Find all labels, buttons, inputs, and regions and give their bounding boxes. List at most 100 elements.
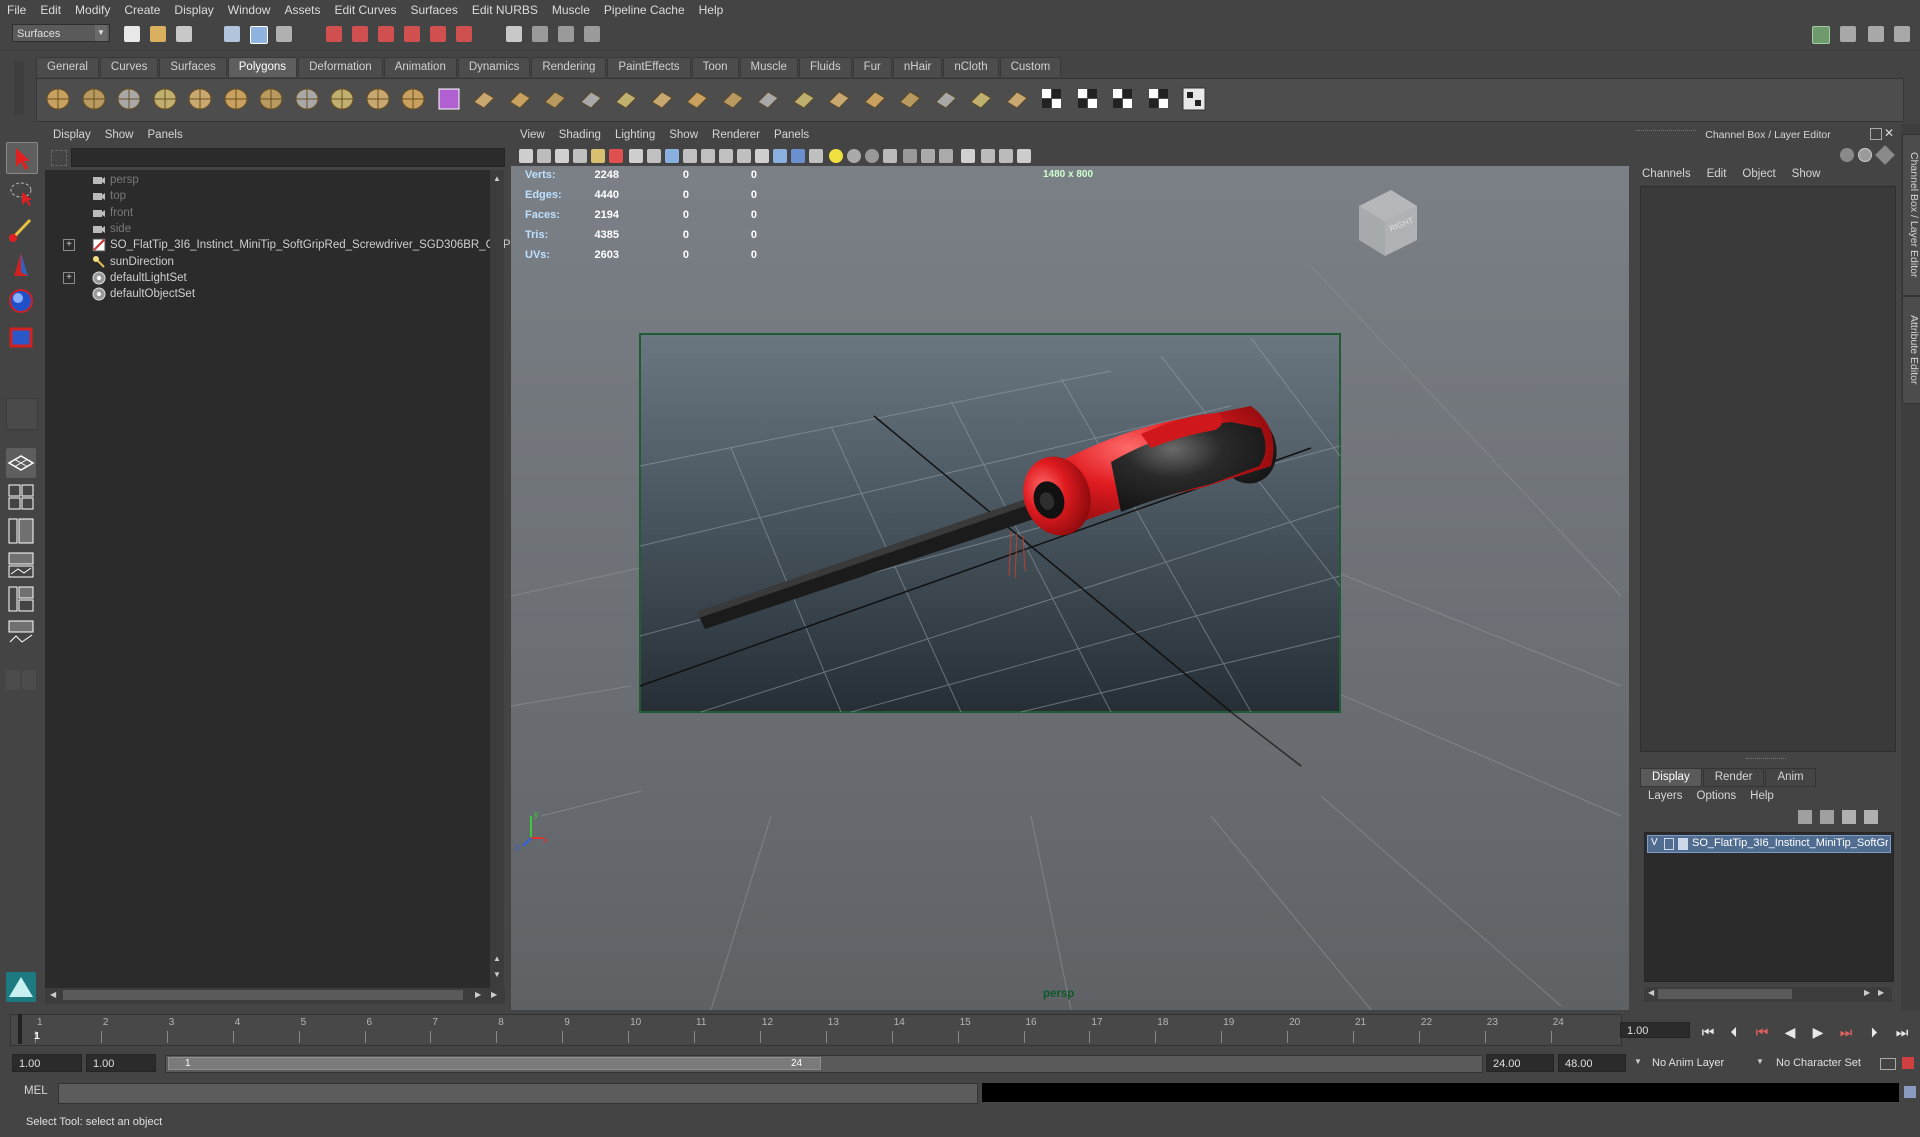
step-back-key-icon[interactable]: ⏮	[1750, 1024, 1774, 1041]
scroll-thumb[interactable]	[1658, 989, 1792, 999]
shelf-tab-surfaces[interactable]: Surfaces	[159, 57, 227, 77]
shelf-tab-ncloth[interactable]: nCloth	[943, 57, 999, 77]
xray-icon[interactable]	[809, 149, 823, 163]
uv-automatic-icon[interactable]	[1075, 86, 1101, 112]
menu-surfaces[interactable]: Surfaces	[404, 0, 465, 20]
ambient-occlusion-icon[interactable]	[883, 149, 897, 163]
shelf-tab-fur[interactable]: Fur	[852, 57, 892, 77]
poly-cone-icon[interactable]	[152, 86, 178, 112]
last-tool-icon[interactable]	[6, 398, 38, 430]
render-view-icon[interactable]	[506, 26, 522, 42]
layer-menu-help[interactable]: Help	[1750, 790, 1774, 802]
new-layer-selected-icon[interactable]	[1864, 810, 1878, 824]
image-plane-icon[interactable]	[573, 149, 587, 163]
layer-horizontal-scrollbar[interactable]: ◀ ▶ ▶	[1644, 987, 1892, 1002]
new-layer-icon[interactable]	[1842, 810, 1856, 824]
smooth-icon[interactable]	[507, 86, 533, 112]
select-tool-icon[interactable]	[6, 142, 38, 174]
menu-help[interactable]: Help	[692, 0, 731, 20]
insert-edge-loop-icon[interactable]	[791, 86, 817, 112]
outliner-horizontal-scrollbar[interactable]: ◀ ▶ ▶	[45, 988, 505, 1004]
split-polygon-icon[interactable]	[755, 86, 781, 112]
film-gate-icon[interactable]	[647, 149, 661, 163]
panel-menu-lighting[interactable]: Lighting	[615, 129, 655, 141]
poly-cylinder-icon[interactable]	[116, 86, 142, 112]
isolate-select-icon[interactable]	[961, 149, 975, 163]
grease-pencil-icon[interactable]	[609, 149, 623, 163]
panel-splitter[interactable]	[1746, 758, 1786, 763]
layer-tab-anim[interactable]: Anim	[1765, 768, 1816, 787]
uv-cylindrical-icon[interactable]	[1004, 86, 1030, 112]
ipr-render-icon[interactable]	[558, 26, 574, 42]
play-backwards-icon[interactable]: ◀	[1778, 1024, 1802, 1041]
channel-manip-icon[interactable]	[1858, 148, 1872, 162]
outliner-menu-panels[interactable]: Panels	[148, 129, 183, 141]
booleans-icon[interactable]	[578, 86, 604, 112]
poly-pipe-icon[interactable]	[294, 86, 320, 112]
step-forward-key-icon[interactable]: ⏭	[1834, 1024, 1858, 1041]
play-forwards-icon[interactable]: ▶	[1806, 1024, 1830, 1041]
filter-icon[interactable]	[51, 150, 67, 166]
layout-single-icon[interactable]	[6, 448, 36, 478]
range-slider-track[interactable]: 1 24	[165, 1055, 1483, 1073]
chevron-down-icon[interactable]: ▼	[1634, 1057, 1642, 1066]
poly-prism-icon[interactable]	[258, 86, 284, 112]
textured-icon[interactable]	[865, 149, 879, 163]
panel-menu-view[interactable]: View	[520, 129, 545, 141]
outliner-item[interactable]: defaultObjectSet	[45, 284, 490, 304]
menu-muscle[interactable]: Muscle	[545, 0, 597, 20]
tab-attribute-editor[interactable]: Attribute Editor	[1902, 296, 1920, 404]
mirror-icon[interactable]	[613, 86, 639, 112]
close-icon[interactable]: ✕	[1884, 126, 1894, 140]
channel-options-icon[interactable]	[1840, 148, 1854, 162]
anim-layer-dropdown[interactable]: No Anim Layer	[1652, 1057, 1724, 1069]
layer-color-swatch[interactable]	[1678, 838, 1688, 850]
layout-persp-graph-icon[interactable]	[6, 550, 36, 580]
snap-grid-icon[interactable]	[326, 26, 342, 42]
wedge-icon[interactable]	[862, 86, 888, 112]
menu-window[interactable]: Window	[221, 0, 278, 20]
current-frame-marker[interactable]	[18, 1014, 22, 1044]
go-to-end-icon[interactable]: ⏭	[1890, 1024, 1914, 1041]
layer-visibility-toggle[interactable]: V	[1651, 837, 1658, 848]
combine-icon[interactable]	[436, 86, 462, 112]
menu-edit-curves[interactable]: Edit Curves	[327, 0, 403, 20]
float-panel-icon[interactable]	[1870, 128, 1882, 140]
outliner-vertical-scrollbar[interactable]: ▲ ▲ ▼	[490, 170, 504, 988]
sculpt-icon[interactable]	[897, 86, 923, 112]
auto-key-icon[interactable]	[1880, 1058, 1896, 1070]
panel-menu-show[interactable]: Show	[669, 129, 698, 141]
time-slider[interactable]: 1 2 3 4 5 6 7 8 9 10 11 12 13 14 15 16 17 18 19 20 21 22 23 24	[10, 1014, 1622, 1046]
channel-menu-object[interactable]: Object	[1742, 168, 1775, 180]
menu-edit[interactable]: Edit	[33, 0, 68, 20]
layer-menu-layers[interactable]: Layers	[1648, 790, 1683, 802]
chevron-down-icon[interactable]: ▼	[1756, 1057, 1764, 1066]
scroll-down-icon[interactable]: ▼	[493, 970, 501, 979]
toggle-attribute-editor-icon[interactable]	[1812, 26, 1830, 44]
lasso-tool-icon[interactable]	[6, 178, 36, 208]
snap-live-icon[interactable]	[456, 26, 472, 42]
move-layer-down-icon[interactable]	[1820, 810, 1834, 824]
save-scene-icon[interactable]	[176, 26, 192, 42]
step-forward-frame-icon[interactable]: ⏵	[1862, 1024, 1886, 1041]
scroll-right-icon[interactable]: ▶	[1864, 988, 1870, 997]
platonic-solid-icon[interactable]	[400, 86, 426, 112]
custom-layout-a-icon[interactable]	[6, 670, 20, 690]
safe-title-icon[interactable]	[737, 149, 751, 163]
shelf-tab-muscle[interactable]: Muscle	[739, 57, 798, 77]
scroll-up-icon[interactable]: ▲	[493, 174, 501, 183]
animation-prefs-icon[interactable]	[1902, 1057, 1914, 1069]
toggle-tool-settings-icon[interactable]	[1840, 26, 1856, 42]
scroll-left-icon[interactable]: ◀	[50, 990, 56, 999]
rotate-tool-icon[interactable]	[6, 286, 36, 316]
append-polygon-icon[interactable]	[720, 86, 746, 112]
scroll-left-icon[interactable]: ◀	[1648, 988, 1654, 997]
playback-start-field[interactable]: 1.00	[86, 1054, 156, 1072]
grid-icon[interactable]	[629, 149, 643, 163]
command-input[interactable]	[58, 1083, 978, 1104]
hud-icon[interactable]	[1017, 149, 1031, 163]
poly-plane-icon[interactable]	[187, 86, 213, 112]
outliner-search-input[interactable]	[71, 148, 505, 167]
layout-hypershade-icon[interactable]	[6, 584, 36, 614]
camera-attributes-icon[interactable]	[537, 149, 551, 163]
